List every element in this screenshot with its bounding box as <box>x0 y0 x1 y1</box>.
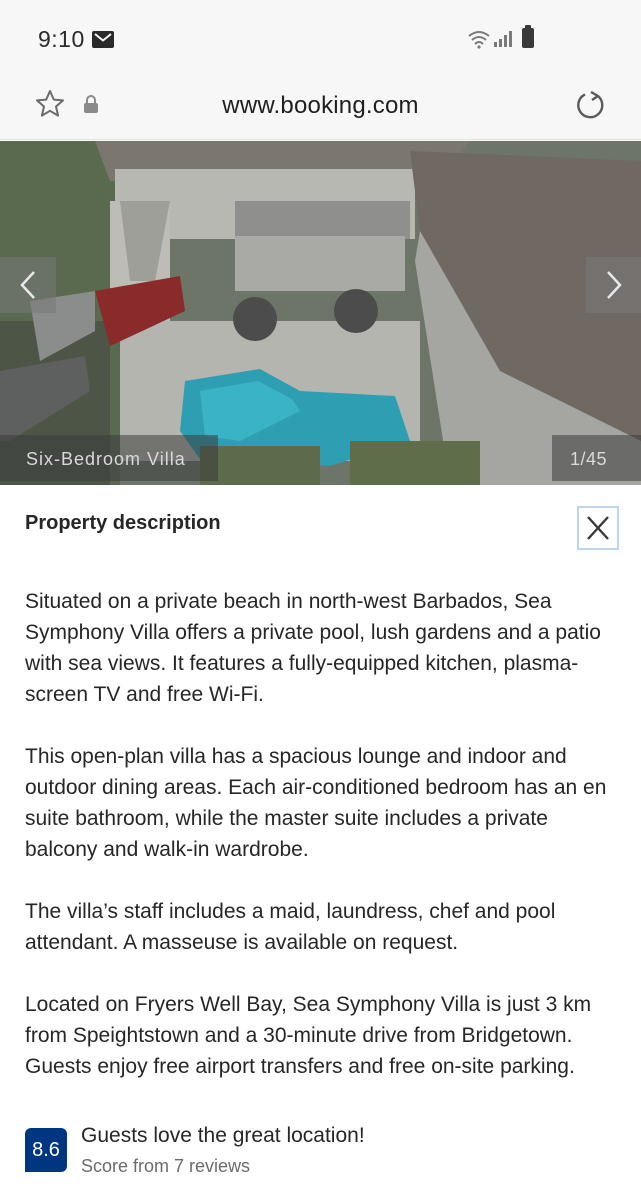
status-bar: 9:10 <box>0 0 641 78</box>
review-score-badge: 8.6 <box>25 1128 67 1172</box>
review-headline: Guests love the great location! <box>81 1124 365 1147</box>
reload-icon[interactable] <box>574 88 608 127</box>
photo-caption: Six-Bedroom Villa <box>0 435 218 481</box>
property-photo[interactable]: Six-Bedroom Villa 1/45 <box>0 141 641 485</box>
property-description-title: Property description <box>25 512 221 534</box>
url-text[interactable]: www.booking.com <box>0 92 641 120</box>
description-paragraph: The villa’s staff includes a maid, laund… <box>25 900 556 954</box>
wifi-icon <box>467 29 491 54</box>
villa-aerial-image <box>0 141 641 485</box>
close-icon <box>587 516 609 540</box>
signal-icon <box>493 30 515 53</box>
previous-photo-button[interactable] <box>0 257 56 313</box>
next-photo-button[interactable] <box>586 257 641 313</box>
chevron-right-icon <box>607 271 622 299</box>
review-count: Score from 7 reviews <box>81 1156 251 1176</box>
status-time: 9:10 <box>38 26 85 52</box>
description-paragraph: Situated on a private beach in north-wes… <box>25 590 601 706</box>
property-description: Situated on a private beach in north-wes… <box>25 586 615 1113</box>
battery-icon <box>522 25 534 48</box>
description-paragraph: Located on Fryers Well Bay, Sea Symphony… <box>25 993 592 1078</box>
mail-icon <box>92 31 114 48</box>
close-button[interactable] <box>577 506 619 550</box>
address-bar: www.booking.com <box>0 78 641 140</box>
description-paragraph: This open-plan villa has a spacious loun… <box>25 745 607 861</box>
photo-counter: 1/45 <box>552 435 641 481</box>
chevron-left-icon <box>20 271 35 299</box>
